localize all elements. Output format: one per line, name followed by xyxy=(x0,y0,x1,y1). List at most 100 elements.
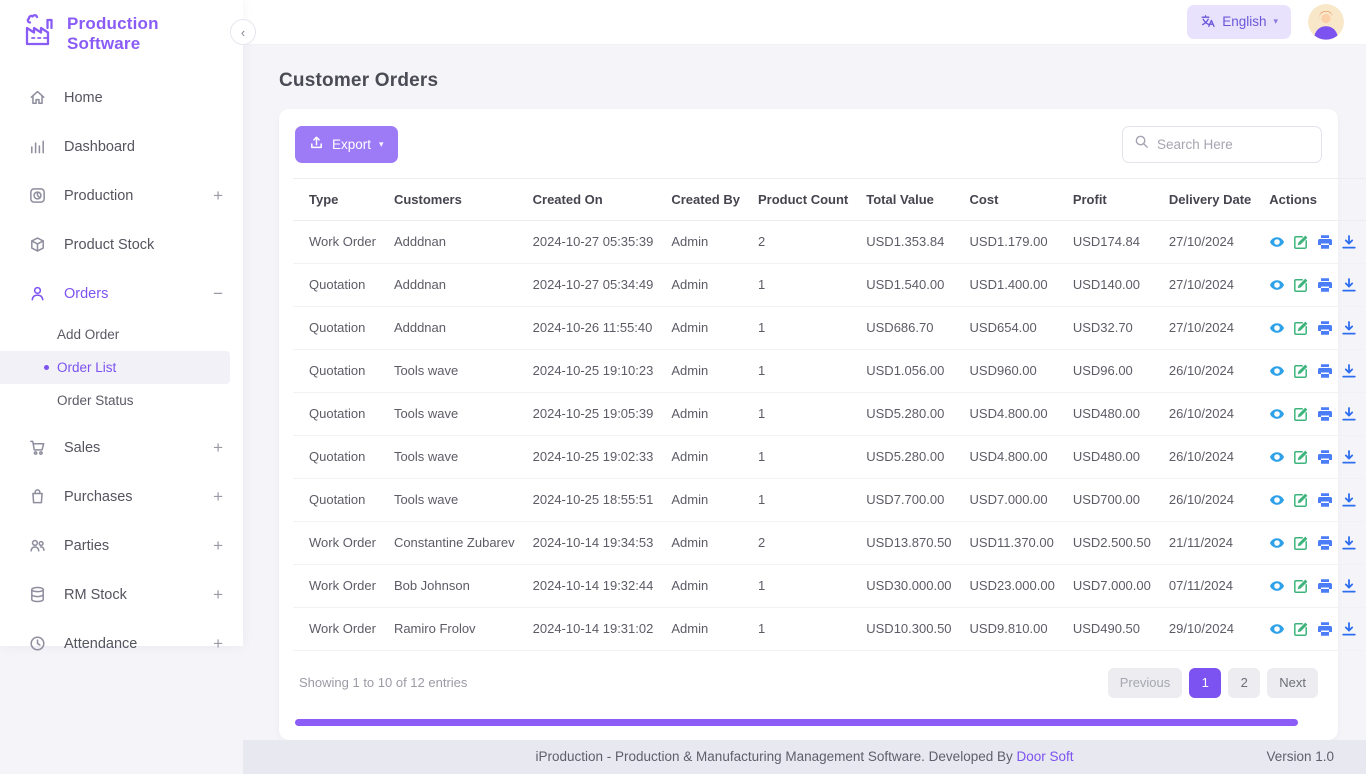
cell-created_by: Admin xyxy=(662,220,749,263)
sidebar-item-parties[interactable]: Parties+ xyxy=(0,521,243,570)
download-icon[interactable] xyxy=(1341,406,1357,422)
previous-page-button[interactable]: Previous xyxy=(1108,668,1183,698)
view-icon[interactable] xyxy=(1269,363,1285,379)
edit-icon[interactable] xyxy=(1293,234,1309,250)
edit-icon[interactable] xyxy=(1293,535,1309,551)
language-selector[interactable]: English ▾ xyxy=(1187,5,1291,39)
print-icon[interactable] xyxy=(1317,492,1333,508)
print-icon[interactable] xyxy=(1317,621,1333,637)
sidebar-item-label: Home xyxy=(64,90,103,106)
print-icon[interactable] xyxy=(1317,578,1333,594)
factory-logo-icon xyxy=(20,14,58,53)
cell-actions xyxy=(1260,435,1366,478)
print-icon[interactable] xyxy=(1317,363,1333,379)
print-icon[interactable] xyxy=(1317,535,1333,551)
download-icon[interactable] xyxy=(1341,492,1357,508)
edit-icon[interactable] xyxy=(1293,363,1309,379)
print-icon[interactable] xyxy=(1317,277,1333,293)
cell-cost: USD4.800.00 xyxy=(961,435,1064,478)
table-row: QuotationTools wave2024-10-25 19:02:33Ad… xyxy=(293,435,1366,478)
view-icon[interactable] xyxy=(1269,277,1285,293)
sidebar-subitem-add-order[interactable]: Add Order xyxy=(0,318,230,351)
download-icon[interactable] xyxy=(1341,449,1357,465)
download-icon[interactable] xyxy=(1341,578,1357,594)
download-icon[interactable] xyxy=(1341,621,1357,637)
topbar-right: English ▾ xyxy=(1187,4,1344,40)
cell-actions xyxy=(1260,564,1366,607)
cell-total_value: USD686.70 xyxy=(857,306,960,349)
sidebar-item-home[interactable]: Home xyxy=(0,73,243,122)
download-icon[interactable] xyxy=(1341,320,1357,336)
sidebar-item-attendance[interactable]: Attendance+ xyxy=(0,619,243,668)
sidebar-item-rm-stock[interactable]: RM Stock+ xyxy=(0,570,243,619)
cell-type: Work Order xyxy=(293,220,385,263)
download-icon[interactable] xyxy=(1341,363,1357,379)
language-label: English xyxy=(1222,14,1266,29)
search-input[interactable] xyxy=(1157,137,1310,152)
cell-type: Work Order xyxy=(293,521,385,564)
door-soft-link[interactable]: Door Soft xyxy=(1017,749,1074,764)
export-button[interactable]: Export ▾ xyxy=(295,126,398,163)
sidebar-item-sales[interactable]: Sales+ xyxy=(0,423,243,472)
column-header: Created By xyxy=(662,178,749,220)
print-icon[interactable] xyxy=(1317,234,1333,250)
cell-actions xyxy=(1260,220,1366,263)
cell-profit: USD480.00 xyxy=(1064,435,1160,478)
sidebar-collapse-button[interactable]: ‹ xyxy=(230,19,256,45)
cell-actions xyxy=(1260,349,1366,392)
column-header: Type xyxy=(293,178,385,220)
download-icon[interactable] xyxy=(1341,234,1357,250)
print-icon[interactable] xyxy=(1317,406,1333,422)
view-icon[interactable] xyxy=(1269,406,1285,422)
sidebar-item-production[interactable]: Production+ xyxy=(0,171,243,220)
view-icon[interactable] xyxy=(1269,492,1285,508)
horizontal-scrollbar[interactable] xyxy=(295,719,1298,726)
table-row: QuotationAdddnan2024-10-26 11:55:40Admin… xyxy=(293,306,1366,349)
sidebar-item-orders[interactable]: Orders− xyxy=(0,269,243,318)
sidebar-item-purchases[interactable]: Purchases+ xyxy=(0,472,243,521)
cell-delivery_date: 26/10/2024 xyxy=(1160,435,1260,478)
cell-created_on: 2024-10-26 11:55:40 xyxy=(524,306,663,349)
plus-icon: + xyxy=(213,634,223,654)
view-icon[interactable] xyxy=(1269,535,1285,551)
next-page-button[interactable]: Next xyxy=(1267,668,1318,698)
edit-icon[interactable] xyxy=(1293,621,1309,637)
page-button-2[interactable]: 2 xyxy=(1228,668,1260,698)
view-icon[interactable] xyxy=(1269,234,1285,250)
cell-profit: USD480.00 xyxy=(1064,392,1160,435)
cell-created_by: Admin xyxy=(662,392,749,435)
search-icon xyxy=(1134,134,1149,154)
sidebar-item-label: Production xyxy=(64,188,133,204)
sidebar-item-dashboard[interactable]: Dashboard xyxy=(0,122,243,171)
view-icon[interactable] xyxy=(1269,621,1285,637)
view-icon[interactable] xyxy=(1269,578,1285,594)
edit-icon[interactable] xyxy=(1293,320,1309,336)
page-button-1[interactable]: 1 xyxy=(1189,668,1221,698)
cell-created_by: Admin xyxy=(662,564,749,607)
cell-product_count: 1 xyxy=(749,435,857,478)
edit-icon[interactable] xyxy=(1293,277,1309,293)
purchases-icon xyxy=(28,487,47,506)
cell-product_count: 2 xyxy=(749,220,857,263)
print-icon[interactable] xyxy=(1317,320,1333,336)
cell-created_by: Admin xyxy=(662,607,749,650)
cell-product_count: 2 xyxy=(749,521,857,564)
edit-icon[interactable] xyxy=(1293,406,1309,422)
print-icon[interactable] xyxy=(1317,449,1333,465)
sidebar-item-product-stock[interactable]: Product Stock xyxy=(0,220,243,269)
cell-product_count: 1 xyxy=(749,478,857,521)
download-icon[interactable] xyxy=(1341,277,1357,293)
edit-icon[interactable] xyxy=(1293,449,1309,465)
sidebar-subitem-label: Order List xyxy=(57,360,116,375)
cell-customer: Constantine Zubarev xyxy=(385,521,524,564)
cell-delivery_date: 27/10/2024 xyxy=(1160,306,1260,349)
view-icon[interactable] xyxy=(1269,449,1285,465)
view-icon[interactable] xyxy=(1269,320,1285,336)
sidebar-subitem-order-status[interactable]: Order Status xyxy=(0,384,230,417)
cell-cost: USD960.00 xyxy=(961,349,1064,392)
user-avatar[interactable] xyxy=(1308,4,1344,40)
download-icon[interactable] xyxy=(1341,535,1357,551)
sidebar-subitem-order-list[interactable]: Order List xyxy=(0,351,230,384)
edit-icon[interactable] xyxy=(1293,492,1309,508)
edit-icon[interactable] xyxy=(1293,578,1309,594)
